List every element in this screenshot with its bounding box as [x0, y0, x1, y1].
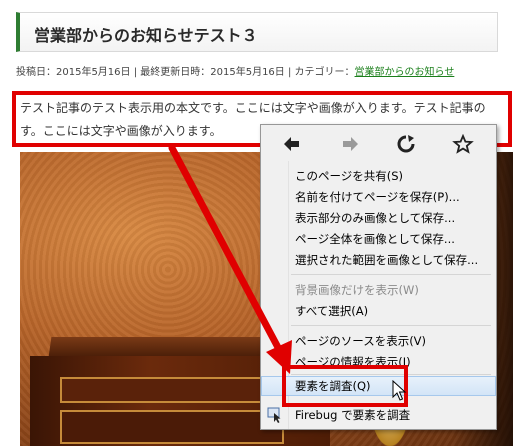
mouse-cursor-icon	[392, 380, 407, 401]
menu-item-view-background-image: 背景画像だけを表示(W)	[295, 283, 419, 297]
annotation-inspect-highlight	[282, 365, 408, 407]
context-menu-nav-row	[261, 125, 496, 161]
post-title-box: 営業部からのお知らせテスト３	[16, 12, 498, 52]
menu-item-save-page[interactable]: 名前を付けてページを保存(P)...	[261, 187, 496, 207]
forward-arrow-icon[interactable]	[339, 134, 361, 154]
post-meta: 投稿日：2015年5月16日 | 最終更新日時：2015年5月16日 | カテゴ…	[16, 63, 454, 78]
back-arrow-icon[interactable]	[281, 134, 303, 154]
reload-icon[interactable]	[395, 134, 417, 154]
menu-item-firebug-inspect[interactable]: Firebug で要素を調査	[261, 405, 496, 425]
post-title: 営業部からのお知らせテスト３	[34, 26, 258, 45]
category-link[interactable]: 営業部からのお知らせ	[355, 67, 455, 78]
menu-item-share-page[interactable]: このページを共有(S)	[261, 166, 496, 186]
bookmark-star-icon[interactable]	[452, 133, 474, 154]
menu-item-view-source[interactable]: ページのソースを表示(V)	[261, 331, 496, 351]
menu-item-save-full-page-image[interactable]: ページ全体を画像として保存...	[261, 229, 496, 249]
menu-item-save-visible-image[interactable]: 表示部分のみ画像として保存...	[261, 208, 496, 228]
menu-separator	[291, 325, 491, 326]
post-meta-text: 投稿日：2015年5月16日 | 最終更新日時：2015年5月16日 | カテゴ…	[16, 67, 355, 78]
menu-item-select-all[interactable]: すべて選択(A)	[261, 301, 496, 321]
menu-separator	[291, 274, 491, 275]
menu-item-save-selection-image[interactable]: 選択された範囲を画像として保存...	[261, 250, 496, 270]
firebug-inspect-icon	[267, 407, 283, 423]
